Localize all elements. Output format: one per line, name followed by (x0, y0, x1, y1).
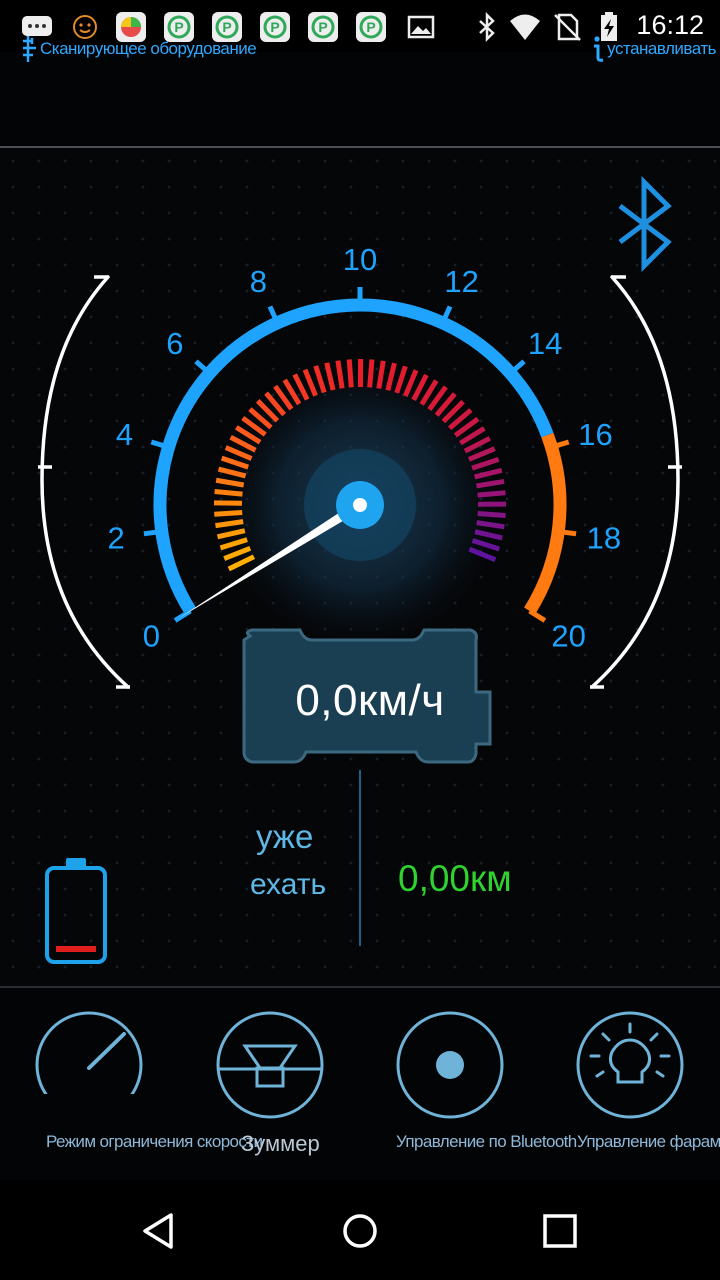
gauge-tick-label: 2 (108, 521, 125, 556)
gauge-arc-orange (524, 432, 567, 615)
buzzer-button[interactable] (215, 1010, 325, 1120)
headlight-button[interactable] (575, 1010, 685, 1120)
info-icon (594, 36, 604, 62)
speed-readout: 0,0км/ч (295, 676, 445, 725)
speed-limit-button[interactable] (34, 1010, 144, 1120)
gauge-segment (477, 490, 506, 498)
p-app-icon: P (260, 12, 290, 42)
gauge-segment (214, 489, 243, 497)
battery-icon (45, 858, 107, 964)
buzzer-label: Зуммер (241, 1131, 320, 1156)
home-icon[interactable] (335, 1206, 385, 1256)
gauge-tick (143, 528, 163, 537)
wifi-icon (510, 14, 540, 40)
gauge-tick-label: 0 (143, 618, 160, 653)
battery-indicator (44, 856, 108, 971)
gauge-tick (528, 608, 547, 623)
left-bracket (40, 275, 130, 689)
distance-value: 0,00км (398, 858, 512, 899)
gauge-tick-label: 8 (250, 264, 267, 299)
image-icon (407, 15, 435, 39)
gauge-segment (214, 510, 243, 517)
gauge-tick-label: 18 (587, 521, 621, 556)
gauge-tick-label: 6 (166, 326, 183, 361)
gauge-segment (367, 359, 375, 388)
gauge-segment (477, 510, 506, 518)
gauge-tick-label: 12 (444, 264, 478, 299)
gauge-segment (346, 359, 354, 388)
settings-label: устанавливать (607, 39, 716, 58)
gauge-tick-label: 16 (578, 417, 612, 452)
gauge-tick-label: 10 (343, 242, 377, 277)
right-bracket (590, 275, 680, 689)
scan-equipment-button[interactable]: Сканирующее оборудование (20, 34, 257, 64)
bluetooth-control-button[interactable] (395, 1010, 505, 1120)
info-divider (359, 770, 361, 946)
ridden-label-line2: ехать (250, 868, 327, 901)
p-app-icon: P (356, 12, 386, 42)
gauge-tick-label: 14 (528, 326, 562, 361)
bluetooth-icon[interactable] (612, 176, 676, 272)
hub-dot (353, 498, 367, 512)
speed-limit-label: Режим ограничения скорости (46, 1132, 263, 1151)
settings-button[interactable]: устанавливать (589, 34, 716, 64)
scan-icon (23, 36, 36, 62)
p-app-icon: P (308, 12, 338, 42)
scan-label: Сканирующее оборудование (40, 39, 257, 58)
svg-text:P: P (366, 19, 375, 35)
svg-text:P: P (270, 19, 279, 35)
gauge-tick (557, 528, 577, 537)
no-sim-icon (554, 13, 581, 41)
gauge-tick-label: 20 (551, 618, 585, 653)
gauge-tick-label: 4 (116, 417, 133, 452)
svg-text:P: P (222, 19, 231, 35)
bluetooth-control-label: Управление по Bluetooth (396, 1132, 577, 1151)
ridden-label-line1: уже (256, 818, 314, 855)
svg-text:P: P (318, 19, 327, 35)
svg-text:P: P (174, 19, 183, 35)
bluetooth-icon (479, 11, 495, 43)
back-icon[interactable] (135, 1206, 185, 1256)
top-bar (0, 52, 720, 147)
recents-icon[interactable] (535, 1206, 585, 1256)
headlight-label: Управление фарами (577, 1132, 720, 1151)
